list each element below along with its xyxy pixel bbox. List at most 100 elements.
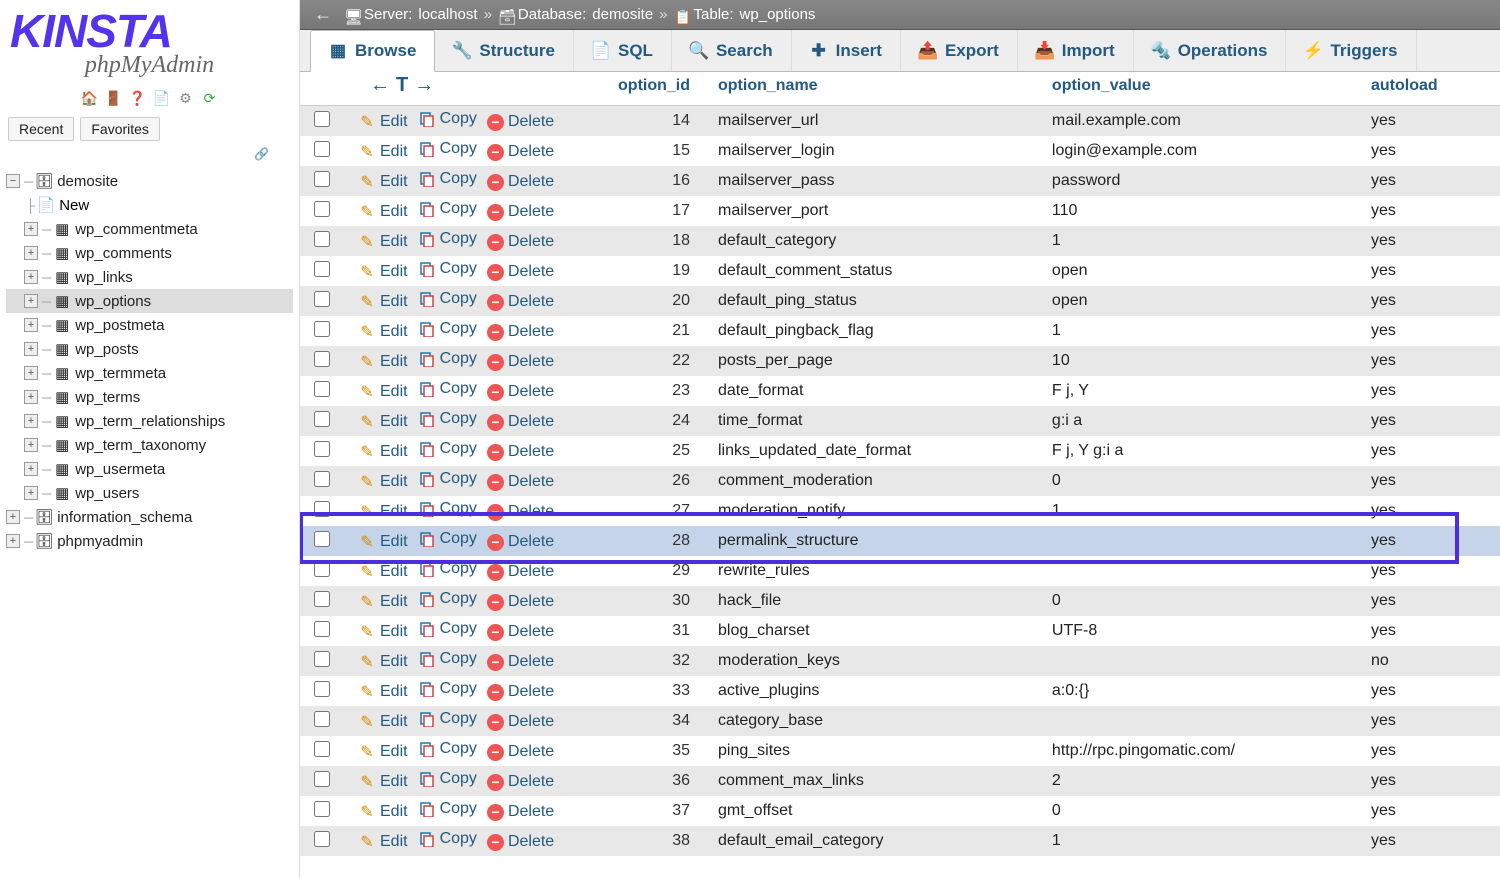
tab-search[interactable]: 🔍Search	[672, 30, 792, 71]
tab-export[interactable]: 📤Export	[901, 30, 1018, 71]
bc-db[interactable]: demosite	[592, 6, 653, 23]
edit-button[interactable]: ✎Edit	[358, 593, 408, 611]
edit-button[interactable]: ✎Edit	[358, 263, 408, 281]
copy-button[interactable]: Copy	[418, 410, 477, 428]
home-icon[interactable]: 🏠	[81, 89, 99, 107]
copy-button[interactable]: Copy	[418, 800, 477, 818]
expand-icon[interactable]: +	[24, 390, 38, 404]
expand-icon[interactable]: +	[24, 342, 38, 356]
edit-button[interactable]: ✎Edit	[358, 383, 408, 401]
delete-button[interactable]: −Delete	[487, 443, 554, 461]
tab-recent[interactable]: Recent	[8, 117, 74, 141]
row-checkbox[interactable]	[314, 411, 330, 427]
tab-browse[interactable]: ▦Browse	[310, 30, 435, 72]
tree-table-wp_term_taxonomy[interactable]: +─▦wp_term_taxonomy	[6, 433, 293, 457]
expand-icon[interactable]: +	[24, 462, 38, 476]
edit-button[interactable]: ✎Edit	[358, 143, 408, 161]
tab-operations[interactable]: 🔩Operations	[1134, 30, 1287, 71]
delete-button[interactable]: −Delete	[487, 233, 554, 251]
row-checkbox[interactable]	[314, 321, 330, 337]
col-option-value[interactable]: option_value	[1038, 72, 1357, 106]
edit-button[interactable]: ✎Edit	[358, 623, 408, 641]
tree-table-label[interactable]: wp_term_relationships	[75, 413, 225, 430]
row-checkbox[interactable]	[314, 231, 330, 247]
tree-table-label[interactable]: wp_usermeta	[75, 461, 165, 478]
edit-button[interactable]: ✎Edit	[358, 443, 408, 461]
row-checkbox[interactable]	[314, 561, 330, 577]
delete-button[interactable]: −Delete	[487, 473, 554, 491]
tree-table-label[interactable]: wp_postmeta	[75, 317, 164, 334]
tree-table-label[interactable]: wp_users	[75, 485, 139, 502]
copy-button[interactable]: Copy	[418, 680, 477, 698]
delete-button[interactable]: −Delete	[487, 623, 554, 641]
edit-button[interactable]: ✎Edit	[358, 173, 408, 191]
col-option-name[interactable]: option_name	[704, 72, 1038, 106]
copy-button[interactable]: Copy	[418, 170, 477, 188]
row-checkbox[interactable]	[314, 741, 330, 757]
reload-icon[interactable]: ⟳	[201, 89, 219, 107]
edit-button[interactable]: ✎Edit	[358, 773, 408, 791]
edit-button[interactable]: ✎Edit	[358, 293, 408, 311]
tree-table-wp_terms[interactable]: +─▦wp_terms	[6, 385, 293, 409]
tab-insert[interactable]: ✚Insert	[792, 30, 901, 71]
edit-button[interactable]: ✎Edit	[358, 473, 408, 491]
tree-table-wp_postmeta[interactable]: +─▦wp_postmeta	[6, 313, 293, 337]
edit-button[interactable]: ✎Edit	[358, 683, 408, 701]
expand-icon[interactable]: +	[24, 318, 38, 332]
row-checkbox[interactable]	[314, 591, 330, 607]
copy-button[interactable]: Copy	[418, 140, 477, 158]
tree-table-wp_commentmeta[interactable]: +─▦wp_commentmeta	[6, 217, 293, 241]
row-checkbox[interactable]	[314, 381, 330, 397]
edit-button[interactable]: ✎Edit	[358, 653, 408, 671]
copy-button[interactable]: Copy	[418, 350, 477, 368]
tree-table-label[interactable]: wp_term_taxonomy	[75, 437, 206, 454]
row-checkbox[interactable]	[314, 681, 330, 697]
tree-table-wp_comments[interactable]: +─▦wp_comments	[6, 241, 293, 265]
tree-db-information_schema[interactable]: +─🗄information_schema	[6, 505, 293, 529]
back-icon[interactable]: ←	[308, 4, 338, 25]
delete-button[interactable]: −Delete	[487, 833, 554, 851]
edit-button[interactable]: ✎Edit	[358, 563, 408, 581]
row-checkbox[interactable]	[314, 441, 330, 457]
row-checkbox[interactable]	[314, 831, 330, 847]
edit-button[interactable]: ✎Edit	[358, 323, 408, 341]
delete-button[interactable]: −Delete	[487, 113, 554, 131]
tree-new[interactable]: ├ 📄 New	[6, 193, 293, 217]
copy-button[interactable]: Copy	[418, 740, 477, 758]
edit-button[interactable]: ✎Edit	[358, 533, 408, 551]
settings-icon[interactable]: ⚙	[177, 89, 195, 107]
delete-button[interactable]: −Delete	[487, 293, 554, 311]
tab-structure[interactable]: 🔧Structure	[435, 30, 574, 71]
tree-table-label[interactable]: wp_termmeta	[75, 365, 166, 382]
expand-icon[interactable]: +	[6, 510, 20, 524]
tab-triggers[interactable]: ⚡Triggers	[1286, 30, 1416, 71]
tree-table-label[interactable]: wp_options	[75, 293, 151, 310]
edit-button[interactable]: ✎Edit	[358, 353, 408, 371]
link-icon[interactable]: 🔗	[0, 145, 299, 165]
delete-button[interactable]: −Delete	[487, 353, 554, 371]
row-checkbox[interactable]	[314, 771, 330, 787]
copy-button[interactable]: Copy	[418, 200, 477, 218]
copy-button[interactable]: Copy	[418, 230, 477, 248]
copy-button[interactable]: Copy	[418, 380, 477, 398]
copy-button[interactable]: Copy	[418, 530, 477, 548]
tree-table-label[interactable]: wp_posts	[75, 341, 138, 358]
row-checkbox[interactable]	[314, 351, 330, 367]
row-checkbox[interactable]	[314, 471, 330, 487]
expand-icon[interactable]: +	[24, 246, 38, 260]
bc-server[interactable]: localhost	[418, 6, 477, 23]
edit-button[interactable]: ✎Edit	[358, 203, 408, 221]
column-nav-icons[interactable]: ←T→	[358, 72, 452, 100]
edit-button[interactable]: ✎Edit	[358, 413, 408, 431]
delete-button[interactable]: −Delete	[487, 593, 554, 611]
collapse-icon[interactable]: −	[6, 174, 20, 188]
tree-table-wp_term_relationships[interactable]: +─▦wp_term_relationships	[6, 409, 293, 433]
row-checkbox[interactable]	[314, 201, 330, 217]
expand-icon[interactable]: +	[24, 486, 38, 500]
copy-button[interactable]: Copy	[418, 290, 477, 308]
row-checkbox[interactable]	[314, 111, 330, 127]
tree-table-wp_usermeta[interactable]: +─▦wp_usermeta	[6, 457, 293, 481]
delete-button[interactable]: −Delete	[487, 203, 554, 221]
delete-button[interactable]: −Delete	[487, 503, 554, 521]
delete-button[interactable]: −Delete	[487, 743, 554, 761]
